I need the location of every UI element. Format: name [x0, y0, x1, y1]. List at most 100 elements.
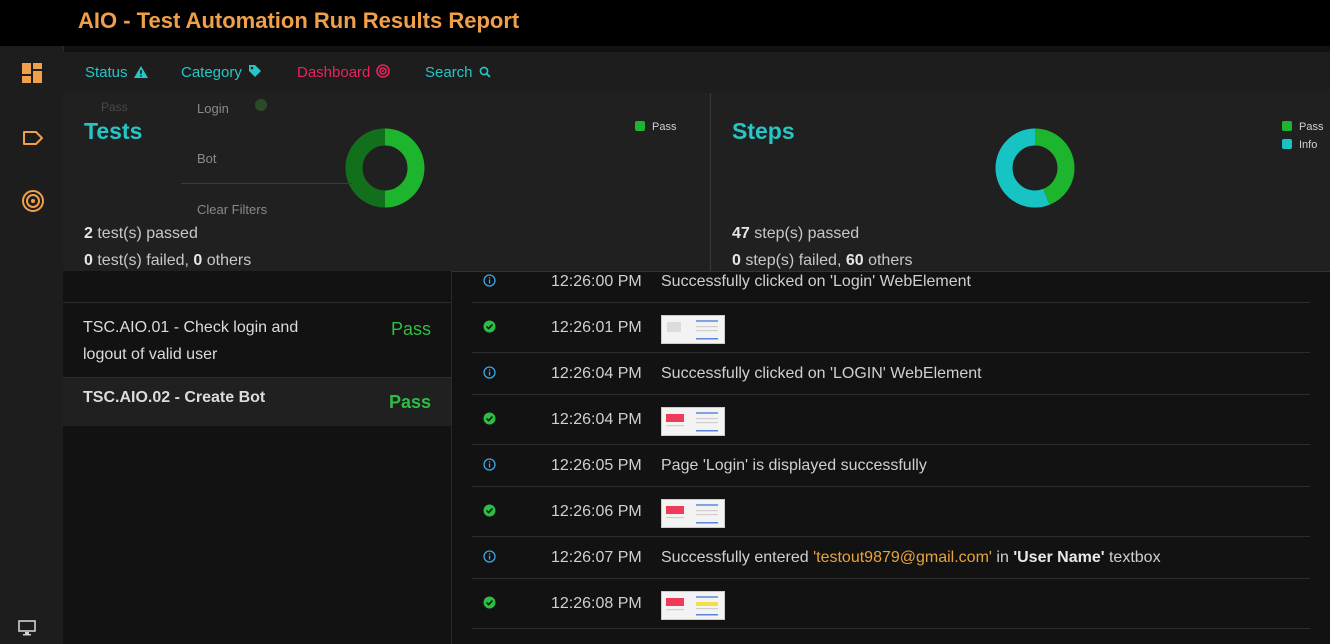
tests-others-count: 0	[193, 252, 203, 269]
test-status-badge: Pass	[390, 319, 431, 339]
steps-title: Steps	[732, 118, 795, 144]
search-icon	[479, 66, 491, 78]
log-message: Page 'Login' is displayed successfully	[661, 457, 927, 474]
log-time: 12:26:06 PM	[551, 503, 642, 520]
legend-label: Pass	[1299, 121, 1324, 133]
screenshot-thumbnail[interactable]	[661, 499, 725, 528]
steps-legend-info: Info	[1282, 139, 1317, 151]
log-message-text: textbox	[1104, 549, 1161, 566]
top-nav: Status Category Dashboard Search	[63, 52, 1330, 93]
tag-icon[interactable]	[21, 126, 45, 150]
nav-dashboard[interactable]: Dashboard	[297, 64, 391, 81]
screenshot-thumbnail[interactable]	[661, 407, 725, 436]
dropdown-item-bot[interactable]: Bot	[197, 151, 217, 166]
test-item-selected[interactable]: TSC.AIO.02 - Create Bot Pass	[63, 377, 451, 426]
test-name-line: logout of valid user	[83, 346, 218, 363]
log-row: 12:26:05 PM Page 'Login' is displayed su…	[472, 445, 1310, 487]
log-row: 12:26:04 PM	[472, 395, 1310, 445]
log-time: 12:26:04 PM	[551, 411, 642, 428]
nav-category[interactable]: Category	[181, 64, 262, 81]
log-row: 12:26:01 PM	[472, 303, 1310, 353]
log-row: 12:26:08 PM	[472, 579, 1310, 629]
tests-panel: Pass Tests Pass 2 test(s) passed 0 test(…	[63, 93, 711, 271]
test-name: TSC.AIO.01 - Check login and logout of v…	[83, 314, 298, 368]
log-message-text: in	[991, 549, 1014, 566]
tests-failed-stat: 0 test(s) failed, 0 others	[84, 252, 251, 270]
info-icon	[483, 458, 496, 476]
legend-label: Info	[1299, 139, 1318, 151]
dropdown-divider	[181, 183, 353, 184]
log-row: 12:26:04 PM Successfully clicked on 'LOG…	[472, 353, 1310, 395]
test-list: TSC.AIO.01 - Check login and logout of v…	[63, 271, 452, 644]
test-name: TSC.AIO.02 - Create Bot	[83, 389, 266, 406]
faded-indicator	[255, 99, 267, 111]
log-time: 12:26:00 PM	[551, 273, 642, 290]
check-circle-icon	[483, 320, 496, 338]
info-icon	[483, 550, 496, 568]
faded-pass-label: Pass	[101, 100, 128, 114]
log-time: 12:26:08 PM	[551, 595, 642, 612]
nav-status-label: Status	[85, 64, 128, 81]
test-status-badge: Pass	[388, 392, 431, 412]
tests-failed-count: 0	[84, 252, 93, 269]
target-icon	[376, 64, 391, 78]
log-row: 12:26:06 PM	[472, 487, 1310, 537]
check-circle-icon	[483, 596, 496, 614]
log-row: 12:26:07 PM Successfully entered 'testou…	[472, 537, 1310, 579]
log-message-field: 'User Name'	[1013, 549, 1105, 566]
legend-label: Pass	[652, 121, 677, 133]
nav-category-label: Category	[181, 64, 242, 81]
info-icon	[483, 366, 496, 384]
nav-dashboard-label: Dashboard	[297, 64, 371, 81]
log-row: 12:26:00 PM Successfully clicked on 'Log…	[472, 271, 1310, 303]
dropdown-item-clear-filters[interactable]: Clear Filters	[197, 202, 267, 217]
target-icon[interactable]	[21, 189, 45, 213]
test-item[interactable]: TSC.AIO.01 - Check login and logout of v…	[63, 302, 451, 378]
dashboard-icon[interactable]	[21, 62, 45, 86]
screenshot-thumbnail[interactable]	[661, 315, 725, 344]
warning-icon	[133, 66, 148, 78]
step-log-list: 12:26:00 PM Successfully clicked on 'Log…	[472, 271, 1310, 644]
tests-failed-text: test(s) failed,	[92, 252, 194, 269]
tag-icon	[248, 65, 261, 77]
screenshot-thumbnail[interactable]	[661, 591, 725, 620]
steps-failed-count: 0	[732, 252, 741, 269]
steps-passed-count: 47	[732, 225, 750, 242]
info-icon	[483, 274, 496, 292]
tests-others-text: others	[202, 252, 252, 269]
log-time: 12:26:07 PM	[551, 549, 642, 566]
dropdown-item-login[interactable]: Login	[197, 101, 229, 116]
tests-passed-count: 2	[84, 225, 93, 242]
nav-search[interactable]: Search	[425, 64, 491, 81]
log-time: 12:26:04 PM	[551, 365, 642, 382]
legend-swatch	[635, 121, 645, 131]
steps-panel: Steps Pass Info 47 step(s) passed 0 step…	[711, 93, 1330, 271]
legend-swatch	[1282, 121, 1292, 131]
app-header: AIO - Test Automation Run Results Report	[0, 0, 1330, 46]
legend-swatch	[1282, 139, 1292, 149]
log-time: 12:26:05 PM	[551, 457, 642, 474]
tests-donut-chart	[345, 128, 425, 208]
check-circle-icon	[483, 412, 496, 430]
tests-legend-pass: Pass	[635, 121, 676, 133]
test-name-line: TSC.AIO.01 - Check login and	[83, 319, 299, 336]
log-message: Successfully clicked on 'LOGIN' WebEleme…	[661, 365, 982, 382]
log-time: 12:26:01 PM	[551, 319, 642, 336]
monitor-icon[interactable]	[18, 620, 42, 644]
report-title: AIO - Test Automation Run Results Report	[78, 8, 520, 33]
log-message: Successfully clicked on 'Login' WebEleme…	[661, 273, 971, 290]
category-dropdown: Login Bot Clear Filters	[181, 93, 353, 233]
log-message: Successfully entered 'testout9879@gmail.…	[661, 549, 1161, 567]
steps-legend-pass: Pass	[1282, 121, 1323, 133]
steps-others-text: others	[863, 252, 913, 269]
sidebar	[0, 46, 64, 644]
steps-donut-chart	[995, 128, 1075, 208]
log-message-value: 'testout9879@gmail.com'	[813, 549, 992, 566]
nav-status[interactable]: Status	[85, 64, 148, 81]
steps-passed-text: step(s) passed	[749, 225, 860, 242]
nav-search-label: Search	[425, 64, 473, 81]
steps-passed-stat: 47 step(s) passed	[732, 225, 859, 243]
check-circle-icon	[483, 504, 496, 522]
log-message-text: Successfully entered	[661, 549, 814, 566]
steps-others-count: 60	[845, 252, 864, 269]
